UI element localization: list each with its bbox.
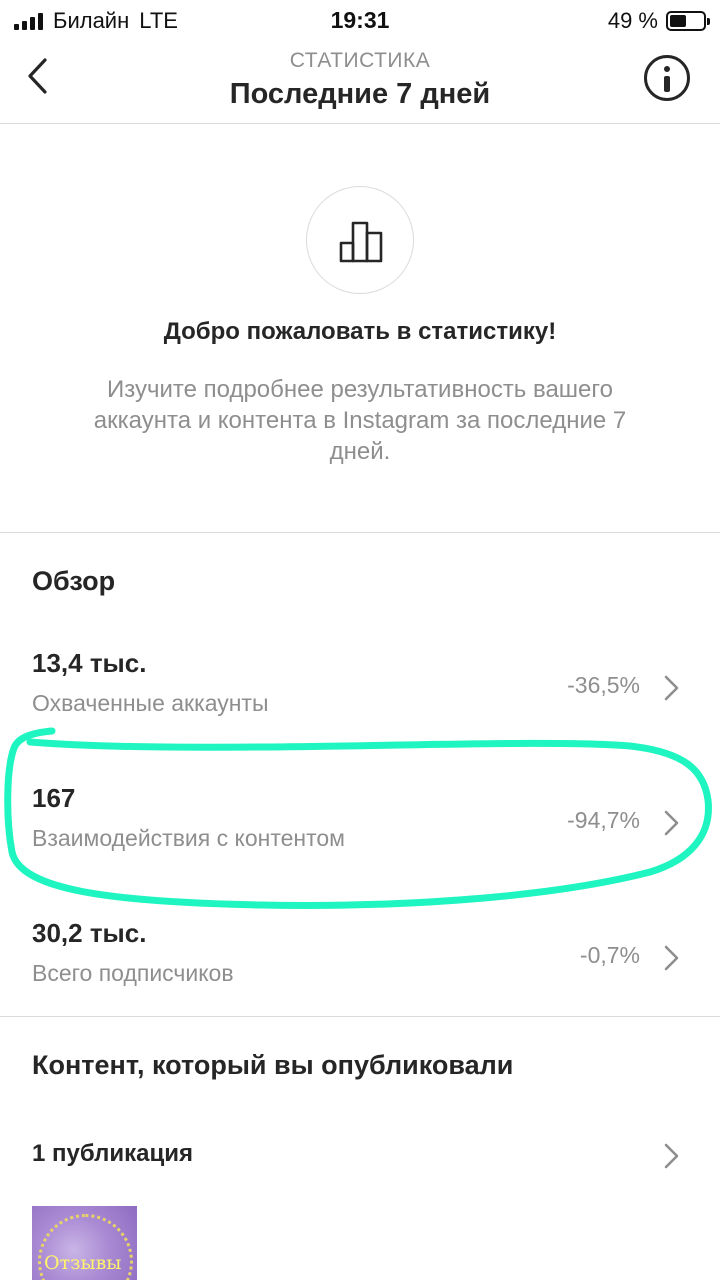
chevron-right-icon	[664, 1143, 679, 1169]
page-subtitle: СТАТИСТИКА	[289, 49, 431, 72]
battery-icon	[666, 11, 710, 31]
metric-row-followers[interactable]: 30,2 тыс. Всего подписчиков -0,7%	[0, 918, 720, 1008]
publications-row[interactable]: 1 публикация	[0, 1136, 720, 1180]
nav-header: СТАТИСТИКА Последние 7 дней	[0, 40, 720, 124]
welcome-description: Изучите подробнее результативность вашег…	[93, 376, 627, 465]
metric-change: -94,7%	[567, 807, 640, 833]
metric-label: Всего подписчиков	[32, 960, 234, 986]
info-icon-bar	[664, 76, 670, 92]
metric-label: Взаимодействия с контентом	[32, 825, 345, 851]
post-thumbnail[interactable]: Отзывы	[32, 1206, 137, 1280]
bar-chart-icon-svg	[339, 221, 383, 263]
metric-row-reach[interactable]: 13,4 тыс. Охваченные аккаунты -36,5%	[0, 648, 720, 738]
welcome-title: Добро пожаловать в статистику!	[163, 318, 557, 345]
info-icon-dot	[664, 66, 670, 72]
status-bar: Билайн LTE 19:31 49 %	[0, 0, 720, 40]
info-icon[interactable]	[644, 55, 690, 101]
thumbnail-text: Отзывы	[44, 1252, 122, 1274]
chevron-right-icon	[664, 810, 679, 836]
divider	[0, 532, 720, 533]
metric-value: 30,2 тыс.	[32, 918, 147, 948]
battery-percent: 49 %	[607, 8, 658, 33]
chevron-right-icon	[664, 675, 679, 701]
metric-label: Охваченные аккаунты	[32, 690, 269, 716]
chevron-right-icon	[664, 945, 679, 971]
metric-value: 13,4 тыс.	[32, 648, 147, 678]
metric-row-interactions[interactable]: 167 Взаимодействия с контентом -94,7%	[0, 783, 720, 873]
publications-label: 1 публикация	[32, 1140, 193, 1167]
content-title: Контент, который вы опубликовали	[32, 1050, 514, 1080]
metric-change: -36,5%	[567, 672, 640, 698]
status-right: 49 %	[607, 8, 710, 34]
battery-fill	[670, 15, 686, 27]
overview-title: Обзор	[32, 566, 116, 596]
page-title: Последние 7 дней	[229, 78, 491, 110]
metric-change: -0,7%	[579, 942, 640, 968]
bar-chart-icon	[306, 186, 414, 294]
divider	[0, 1016, 720, 1017]
metric-value: 167	[32, 783, 76, 813]
